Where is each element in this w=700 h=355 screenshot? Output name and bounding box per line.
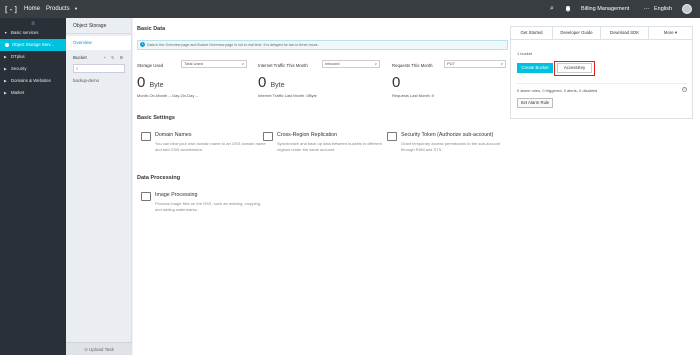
- more-menu[interactable]: ...: [644, 0, 649, 16]
- console-logo-icon[interactable]: [-]: [0, 0, 22, 18]
- upload-task-button[interactable]: ⊙ Upload Task: [66, 342, 132, 355]
- bell-icon[interactable]: [565, 0, 571, 18]
- create-bucket-button[interactable]: Create Bucket: [517, 63, 553, 73]
- chevron-down-icon: ▼: [74, 6, 78, 11]
- storage-type-select[interactable]: Total Used ∨: [181, 60, 247, 68]
- bucket-actions-icons[interactable]: + ↻ ⊞: [104, 52, 125, 64]
- globe-icon: [141, 132, 151, 141]
- language-switch[interactable]: English: [654, 0, 672, 18]
- bucket-header: Bucket + ↻ ⊞: [66, 52, 131, 64]
- info-icon: i: [140, 42, 145, 47]
- bucket-search-input[interactable]: ⌕: [73, 64, 125, 73]
- avatar[interactable]: [682, 4, 692, 14]
- products-menu[interactable]: Products: [46, 0, 70, 18]
- help-tabs: Get Started Developer Guide Download SDK…: [511, 27, 692, 40]
- traffic-direction-select[interactable]: Inbound ∨: [322, 60, 380, 68]
- basic-settings-heading: Basic Settings: [137, 115, 175, 121]
- tab-get-started[interactable]: Get Started: [511, 27, 553, 39]
- bucket-count: 1 bucket: [517, 51, 533, 56]
- oss-sidebar: Object Storage Overview Bucket + ↻ ⊞ ⌕ b…: [66, 18, 132, 355]
- nav-market[interactable]: ▶ Market: [0, 87, 66, 99]
- caret-down-icon: ▾: [674, 30, 678, 35]
- request-type-select[interactable]: PUT ∨: [444, 60, 506, 68]
- tab-developer-guide[interactable]: Developer Guide: [553, 27, 601, 39]
- chevron-right-icon: ▶: [4, 79, 7, 83]
- basic-data-heading: Basic Data: [137, 26, 166, 32]
- nav-basic-services[interactable]: ▼ Basic services: [0, 27, 66, 39]
- data-processing-heading: Data Processing: [137, 175, 181, 181]
- oss-icon: [5, 43, 9, 47]
- sidebar-item-overview[interactable]: Overview: [66, 36, 131, 50]
- nav-domains-websites[interactable]: ▶ Domains & Websites: [0, 75, 66, 87]
- stat-requests: Requests This Month PUT ∨ 0 Requests Last…: [392, 60, 507, 102]
- search-icon: ⌕: [76, 66, 79, 71]
- chevron-down-icon: ∨: [374, 62, 377, 66]
- sidebar-item-bucket[interactable]: backup-demo: [66, 75, 131, 87]
- home-link[interactable]: Home: [24, 0, 40, 18]
- key-icon: [387, 132, 397, 141]
- nav-security[interactable]: ▶ Security: [0, 63, 66, 75]
- tab-download-sdk[interactable]: Download SDK: [601, 27, 649, 39]
- top-bar: [-] Home Products ▼ ⌕ Billing Management…: [0, 0, 700, 18]
- chevron-right-icon: ▶: [4, 55, 7, 59]
- upload-icon: ⊙: [84, 347, 88, 352]
- chevron-right-icon: ▶: [4, 67, 7, 71]
- chevron-down-icon: ▼: [4, 31, 8, 35]
- chevron-right-icon: ▶: [4, 91, 7, 95]
- stat-storage-used: Storage Used Total Used ∨ 0 Byte Month-On…: [137, 60, 252, 102]
- sidebar-title: Object Storage: [66, 18, 131, 34]
- chevron-down-icon: ∨: [241, 62, 244, 66]
- set-alarm-rule-button[interactable]: Set Alarm Rule: [517, 98, 553, 108]
- info-banner: i Data in the Overview page and Bucket O…: [137, 40, 508, 50]
- collapse-nav-icon[interactable]: |||: [0, 18, 66, 27]
- stat-internet-traffic: Internet Traffic This Month Inbound ∨ 0 B…: [258, 60, 380, 102]
- image-icon: [141, 192, 151, 201]
- search-icon[interactable]: ⌕: [550, 0, 554, 18]
- nav-object-storage-service[interactable]: Object Storage Serv...: [0, 39, 66, 51]
- nav-dtplus[interactable]: ▶ DTplus: [0, 51, 66, 63]
- replication-icon: [263, 132, 273, 141]
- chevron-down-icon: ∨: [500, 62, 503, 66]
- quick-actions-panel: Get Started Developer Guide Download SDK…: [510, 26, 693, 119]
- billing-management-link[interactable]: Billing Management: [581, 0, 629, 18]
- accesskey-button[interactable]: AccessKey: [557, 63, 592, 73]
- alarm-summary: 0 alarm rules, 0 triggered, 0 alerts, 0 …: [517, 88, 598, 93]
- divider: [517, 83, 687, 84]
- tab-more[interactable]: More ▾: [649, 27, 692, 39]
- help-icon[interactable]: ?: [682, 87, 687, 92]
- left-nav: ||| ▼ Basic services Object Storage Serv.…: [0, 18, 66, 355]
